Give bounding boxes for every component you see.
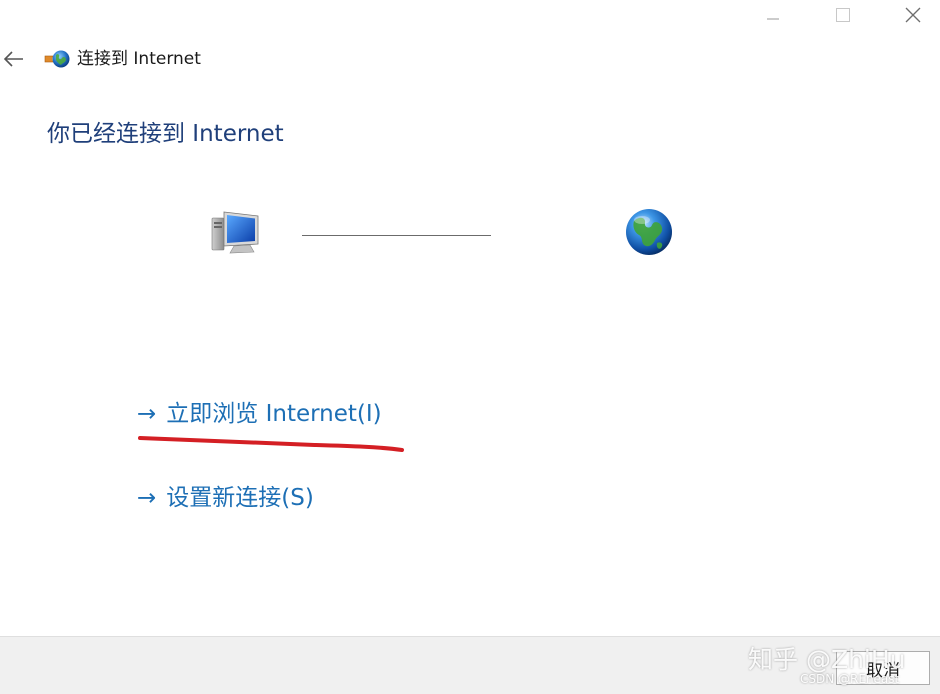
minimize-icon [767, 18, 779, 20]
close-button[interactable] [890, 0, 936, 30]
maximize-icon [836, 8, 850, 22]
network-globe-icon [44, 50, 70, 68]
cancel-button[interactable]: 取消 [836, 651, 930, 685]
red-underline-annotation [138, 436, 404, 452]
maximize-button[interactable] [820, 0, 866, 30]
minimize-button[interactable] [750, 0, 796, 30]
connection-line [302, 235, 491, 236]
link-arrow-icon: → [137, 485, 157, 511]
page-heading: 你已经连接到 Internet [47, 121, 284, 147]
globe-icon [626, 209, 672, 255]
back-button[interactable] [0, 46, 26, 72]
back-arrow-icon [3, 51, 23, 67]
computer-icon [211, 211, 259, 254]
connect-to-internet-window: 连接到 Internet 你已经连接到 Internet → 立即浏览 Inte… [0, 0, 940, 694]
setup-new-connection-label: 设置新连接(S) [166, 485, 314, 511]
setup-new-connection-link[interactable]: → 设置新连接(S) [137, 482, 314, 514]
button-bar [0, 636, 940, 694]
window-title: 连接到 Internet [77, 49, 201, 69]
close-icon [905, 7, 921, 23]
